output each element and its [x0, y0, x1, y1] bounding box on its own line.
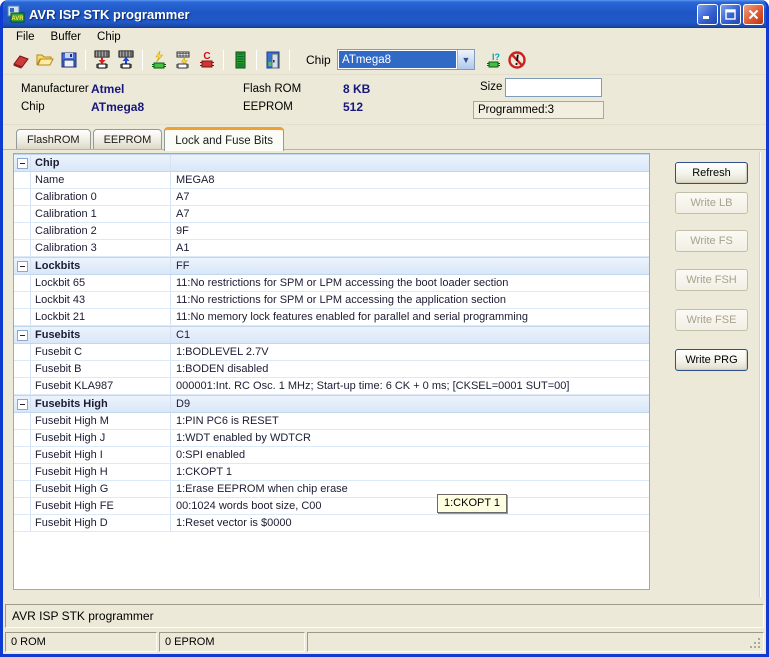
app-icon: AVR [7, 5, 25, 23]
fuse-row[interactable]: Calibration 2 9F [14, 223, 649, 240]
toolbar-separator [256, 49, 257, 70]
chip-combobox[interactable]: ATmega8 ▼ [337, 49, 475, 70]
read-flash-icon[interactable] [114, 49, 138, 71]
refresh-button[interactable]: Refresh [675, 162, 748, 184]
collapse-icon[interactable] [16, 398, 28, 410]
toolbar-separator [85, 49, 86, 70]
status-message-bar: AVR ISP STK programmer [5, 604, 764, 628]
fuse-row[interactable]: Name MEGA8 [14, 172, 649, 189]
fuse-group-row[interactable]: Fusebits C1 [14, 326, 649, 344]
chip-socket-icon[interactable] [228, 49, 252, 71]
manufacturer-label: Manufacturer [21, 83, 89, 95]
tab-eeprom[interactable]: EEPROM [92, 129, 163, 150]
fuse-row[interactable]: Lockbit 43 11:No restrictions for SPM or … [14, 292, 649, 309]
toolbar-separator [223, 49, 224, 70]
svg-text:C: C [203, 51, 210, 62]
write-lb-button[interactable]: Write LB [675, 192, 748, 214]
erase-chip-icon[interactable]: C [195, 49, 219, 71]
status-panel-rom: 0 ROM [5, 632, 157, 652]
fuse-row[interactable]: Lockbit 21 11:No memory lock features ena… [14, 309, 649, 326]
write-fs-button[interactable]: Write FS [675, 230, 748, 252]
size-input[interactable] [505, 78, 602, 97]
fuse-row[interactable]: Fusebit High M 1:PIN PC6 is RESET [14, 413, 649, 430]
programmed-status: Programmed:3 [473, 101, 604, 119]
window-title: AVR ISP STK programmer [29, 6, 190, 22]
minimize-button[interactable] [697, 3, 718, 25]
program-chip-icon[interactable] [147, 49, 171, 71]
fuse-row[interactable]: Fusebit C 1:BODLEVEL 2.7V [14, 344, 649, 361]
fuse-row[interactable]: Fusebit High D 1:Reset vector is $0000 [14, 515, 649, 532]
write-prg-button[interactable]: Write PRG [675, 349, 748, 371]
fuse-row[interactable]: Fusebit High I 0:SPI enabled [14, 447, 649, 464]
fuse-row[interactable]: Lockbit 65 11:No restrictions for SPM or … [14, 275, 649, 292]
svg-text:I?: I? [492, 52, 500, 62]
eeprom-value: 512 [343, 100, 364, 114]
maximize-icon [725, 8, 736, 20]
fuse-row[interactable]: Calibration 3 A1 [14, 240, 649, 257]
tab-lock-and-fuse-bits[interactable]: Lock and Fuse Bits [164, 127, 285, 151]
fuse-row[interactable]: Fusebit High J 1:WDT enabled by WDTCR [14, 430, 649, 447]
chip-info-icon[interactable]: I? [483, 49, 507, 71]
panel-edge [759, 152, 761, 597]
collapse-icon[interactable] [16, 329, 28, 341]
tab-strip: FlashROM EEPROM Lock and Fuse Bits [3, 125, 766, 151]
fuse-row[interactable]: Calibration 0 A7 [14, 189, 649, 206]
cancel-icon[interactable] [505, 49, 529, 71]
app-window: AVR AVR ISP STK programmer File Buffer C… [0, 0, 769, 657]
size-label: Size [480, 81, 503, 93]
status-panel-eprom: 0 EPROM [159, 632, 305, 652]
fuse-row[interactable]: Fusebit High H 1:CKOPT 1 [14, 464, 649, 481]
minimize-icon [703, 15, 709, 19]
tab-flashrom[interactable]: FlashROM [16, 129, 91, 150]
fuse-row[interactable]: Fusebit KLA987 000001:Int. RC Osc. 1 MHz;… [14, 378, 649, 395]
chip-combobox-value: ATmega8 [339, 51, 456, 68]
chip-value: ATmega8 [91, 100, 145, 114]
resize-grip-icon[interactable] [749, 637, 762, 650]
flash-rom-label: Flash ROM [243, 83, 302, 95]
chip-info-panel: Manufacturer Atmel Chip ATmega8 Flash RO… [3, 75, 766, 125]
fuse-row[interactable]: Fusebit B 1:BODEN disabled [14, 361, 649, 378]
tooltip: 1:CKOPT 1 [437, 494, 508, 513]
eeprom-label: EEPROM [243, 101, 293, 113]
status-bar: 0 ROM 0 EPROM [3, 631, 766, 654]
maximize-button[interactable] [720, 3, 741, 25]
toolbar-separator [142, 49, 143, 70]
svg-text:AVR: AVR [11, 16, 24, 22]
write-fse-button[interactable]: Write FSE [675, 309, 748, 331]
menu-file[interactable]: File [8, 30, 43, 44]
fuse-bits-table: Chip Name MEGA8 Calibration 0 A7 Calibrati… [13, 153, 650, 590]
collapse-icon[interactable] [16, 157, 28, 169]
tab-page-lock-and-fuse: Chip Name MEGA8 Calibration 0 A7 Calibrati… [3, 150, 766, 601]
status-panel-extra [307, 632, 764, 652]
fuse-group-row[interactable]: Lockbits FF [14, 257, 649, 275]
fuse-row[interactable]: Fusebit High G 1:Erase EEPROM when chip e… [14, 481, 649, 498]
close-button[interactable] [743, 3, 764, 25]
fuse-group-row[interactable]: Fusebits High D9 [14, 395, 649, 413]
fuse-row[interactable]: Fusebit High FE 00:1024 words boot size, … [14, 498, 649, 515]
save-file-icon[interactable] [57, 49, 81, 71]
toolbar: C Chip ATmega8 ▼ I? [3, 45, 766, 75]
erase-buffer-icon[interactable] [9, 49, 33, 71]
menu-bar: File Buffer Chip [3, 28, 766, 45]
fuse-row[interactable]: Calibration 1 A7 [14, 206, 649, 223]
menu-buffer[interactable]: Buffer [43, 30, 89, 44]
exit-icon[interactable] [261, 49, 285, 71]
close-icon [748, 9, 759, 19]
flash-rom-value: 8 KB [343, 82, 371, 96]
chip-label: Chip [21, 101, 45, 113]
collapse-icon[interactable] [16, 260, 28, 272]
open-file-icon[interactable] [33, 49, 57, 71]
write-fsh-button[interactable]: Write FSH [675, 269, 748, 291]
manufacturer-value: Atmel [91, 82, 125, 96]
write-flash-icon[interactable] [90, 49, 114, 71]
chevron-down-icon[interactable]: ▼ [457, 50, 474, 69]
fuse-group-row[interactable]: Chip [14, 154, 649, 172]
title-bar[interactable]: AVR AVR ISP STK programmer [3, 0, 766, 28]
verify-chip-icon[interactable] [171, 49, 195, 71]
chip-combo-label: Chip [306, 53, 331, 67]
toolbar-separator [289, 49, 290, 70]
menu-chip[interactable]: Chip [89, 30, 129, 44]
